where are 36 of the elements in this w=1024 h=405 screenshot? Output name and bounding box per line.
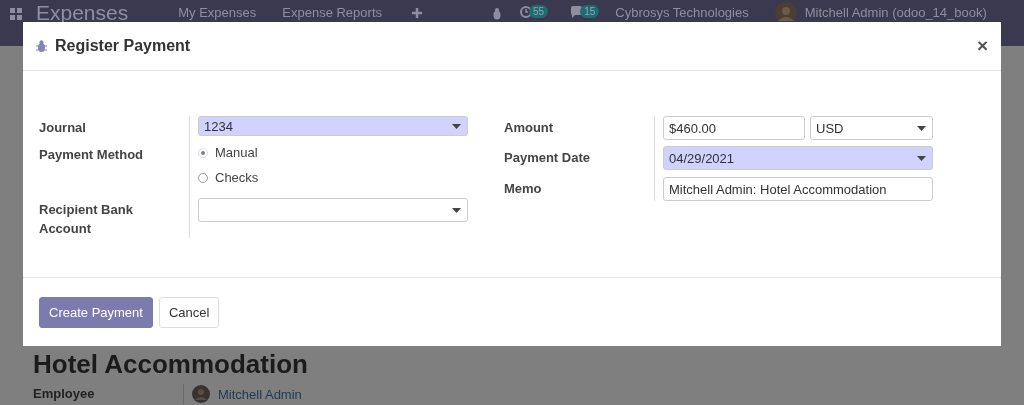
select-field[interactable]: USD: [810, 116, 933, 140]
field-label: Memo: [504, 180, 543, 198]
select-field[interactable]: 04/29/2021: [663, 146, 933, 170]
cancel-button[interactable]: Cancel: [158, 296, 220, 328]
apps-icon[interactable]: [10, 8, 22, 20]
chat-icon[interactable]: [570, 6, 584, 18]
company-switcher[interactable]: Cybrosys Technologies: [615, 2, 749, 24]
caret-icon: [917, 155, 926, 161]
field-label: Recipient Bank Account: [39, 201, 134, 238]
create-payment-button[interactable]: Create Payment: [39, 296, 153, 328]
field-label: Payment Date: [504, 149, 591, 167]
memo-input[interactable]: Mitchell Admin: Hotel Accommodation: [663, 177, 933, 201]
field-label: Employee: [33, 384, 184, 404]
record-title: Hotel Accommodation: [33, 349, 309, 379]
caret-icon: [452, 123, 461, 129]
caret-icon: [917, 125, 926, 131]
close-button[interactable]: ×: [976, 37, 988, 55]
select-field[interactable]: [198, 198, 468, 222]
amount-input[interactable]: $460.00: [663, 116, 805, 140]
activity-count-badge: 55: [529, 5, 549, 18]
menu-item[interactable]: My Expenses: [178, 2, 257, 24]
message-count-badge: 15: [580, 5, 600, 18]
bug-icon[interactable]: [492, 8, 502, 20]
field-label: Amount: [504, 119, 555, 137]
plus-icon[interactable]: [412, 8, 422, 18]
dialog-title: Register Payment: [55, 37, 192, 55]
select-field[interactable]: 1234: [198, 116, 468, 136]
field-label: Payment Method: [39, 146, 144, 164]
clock-icon[interactable]: [520, 6, 532, 18]
bug-icon: [36, 40, 47, 52]
radio-label: Checks: [215, 170, 259, 185]
user-menu[interactable]: Mitchell Admin (odoo_14_book): [804, 2, 987, 24]
avatar-icon: [192, 385, 210, 403]
field-label: Journal: [39, 119, 87, 137]
radio-label: Manual: [215, 145, 258, 160]
caret-icon: [452, 207, 461, 213]
